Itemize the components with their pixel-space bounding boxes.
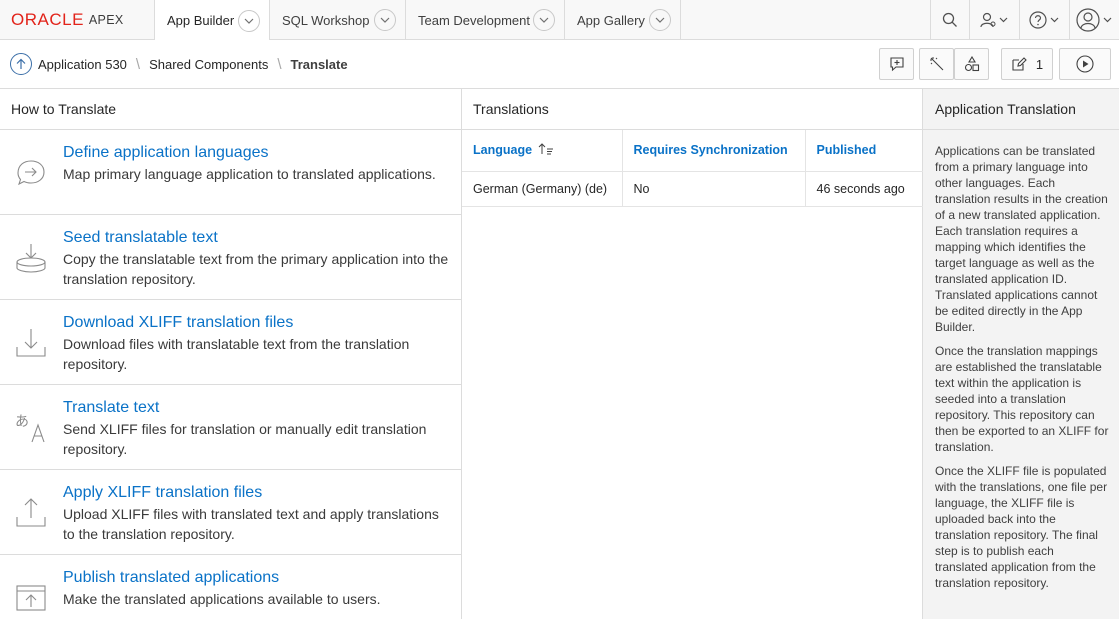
breadcrumb-separator: \: [277, 55, 282, 73]
step-link[interactable]: Apply XLIFF translation files: [63, 483, 453, 503]
shared-components-button[interactable]: [954, 48, 989, 80]
user-admin-icon: [979, 12, 1007, 28]
help-text: Applications can be translated from a pr…: [923, 143, 1119, 591]
application-translation-help: Application Translation Applications can…: [923, 89, 1119, 619]
wand-icon: [929, 57, 943, 71]
publish-icon: [16, 585, 46, 611]
cell-requires-sync: No: [622, 171, 806, 207]
table-row: German (Germany) (de) No 46 seconds ago: [462, 171, 923, 207]
cell-language: German (Germany) (de): [462, 171, 623, 207]
download-icon: [16, 329, 46, 357]
tab-label: App Builder: [167, 13, 235, 28]
speech-bubble-icon: [889, 57, 904, 72]
step-translate-text: あ Translate text Send XLIFF files for tr…: [0, 385, 461, 470]
breadcrumb-shared-components[interactable]: Shared Components: [149, 57, 268, 72]
step-description: Make the translated applications availab…: [63, 591, 381, 607]
step-description: Copy the translatable text from the prim…: [63, 251, 449, 287]
chevron-down-icon[interactable]: [374, 9, 396, 31]
top-nav-bar: ORACLE APEX App Builder SQL Workshop Tea…: [0, 0, 1119, 41]
how-to-translate-region: How to Translate Define application lang…: [0, 89, 462, 619]
step-description: Map primary language application to tran…: [63, 166, 436, 182]
cell-published: 46 seconds ago: [805, 171, 923, 207]
tab-app-gallery[interactable]: App Gallery: [564, 0, 681, 40]
search-icon: [942, 12, 957, 27]
help-paragraph: Once the translation mappings are establ…: [935, 344, 1109, 454]
step-link[interactable]: Translate text: [63, 398, 453, 418]
tab-label: App Gallery: [577, 12, 645, 28]
breadcrumb-bar: Application 530 \ Shared Components \ Tr…: [0, 40, 1119, 89]
chevron-down-icon[interactable]: [533, 9, 555, 31]
logo-apex-text: APEX: [88, 12, 124, 27]
step-link[interactable]: Seed translatable text: [63, 228, 453, 248]
region-title: Application Translation: [923, 89, 1119, 130]
edit-page-button[interactable]: 1: [1001, 48, 1053, 80]
svg-text:あ: あ: [15, 414, 29, 430]
step-description: Upload XLIFF files with translated text …: [63, 506, 439, 542]
administration-menu-button[interactable]: [969, 0, 1019, 40]
oracle-apex-logo[interactable]: ORACLE APEX: [0, 0, 154, 39]
feedback-button[interactable]: [879, 48, 914, 80]
user-menu-button[interactable]: [1069, 0, 1119, 40]
tab-label: SQL Workshop: [282, 12, 370, 28]
run-application-button[interactable]: [1059, 48, 1111, 80]
shapes-icon: [964, 56, 979, 72]
play-icon: [1076, 55, 1094, 73]
region-title: How to Translate: [0, 89, 461, 130]
column-header-published[interactable]: Published: [805, 130, 923, 172]
breadcrumb-application[interactable]: Application 530: [38, 57, 127, 72]
sort-ascending-icon: [538, 143, 553, 155]
help-paragraph: Applications can be translated from a pr…: [935, 144, 1108, 334]
help-icon: [1028, 11, 1058, 29]
region-title: Translations: [462, 89, 922, 130]
translate-icon: あ: [15, 414, 45, 443]
seed-tray-icon: [16, 244, 46, 273]
step-publish: Publish translated applications Make the…: [0, 555, 461, 640]
tab-app-builder[interactable]: App Builder: [154, 0, 269, 41]
speech-arrow-icon: [17, 160, 45, 186]
step-apply-xliff: Apply XLIFF translation files Upload XLI…: [0, 470, 461, 555]
edit-page-count: 1: [1035, 56, 1044, 72]
up-arrow-icon[interactable]: [10, 53, 32, 75]
step-download-xliff: Download XLIFF translation files Downloa…: [0, 300, 461, 385]
breadcrumb: Application 530 \ Shared Components \ Tr…: [0, 53, 348, 75]
tab-label: Team Development: [418, 12, 530, 28]
developer-toolbar-button[interactable]: [919, 48, 954, 80]
chevron-down-icon[interactable]: [238, 9, 260, 32]
edit-icon: [1012, 57, 1027, 71]
step-seed-text: Seed translatable text Copy the translat…: [0, 215, 461, 300]
upload-icon: [16, 498, 46, 527]
breadcrumb-translate: Translate: [290, 56, 348, 72]
column-header-requires-sync[interactable]: Requires Synchronization: [622, 130, 806, 172]
help-menu-button[interactable]: [1019, 0, 1069, 40]
step-link[interactable]: Define application languages: [63, 143, 453, 163]
chevron-down-icon[interactable]: [649, 9, 671, 31]
step-description: Send XLIFF files for translation or manu…: [63, 421, 427, 457]
search-button[interactable]: [930, 0, 969, 40]
breadcrumb-separator: \: [135, 55, 141, 73]
avatar-icon: [1075, 8, 1111, 32]
step-link[interactable]: Publish translated applications: [63, 568, 453, 588]
step-link[interactable]: Download XLIFF translation files: [63, 313, 453, 333]
tab-sql-workshop[interactable]: SQL Workshop: [269, 0, 405, 40]
tab-team-development[interactable]: Team Development: [405, 0, 564, 40]
column-header-language[interactable]: Language: [462, 130, 623, 172]
translations-table: Language Requires Synchronization Publis…: [462, 130, 923, 207]
help-paragraph: Once the XLIFF file is populated with th…: [935, 464, 1108, 590]
column-header-label: Language: [473, 143, 533, 158]
step-define-languages: Define application languages Map primary…: [0, 130, 461, 215]
step-description: Download files with translatable text fr…: [63, 336, 410, 372]
translations-region: Translations Language Requires Synchroni…: [462, 89, 923, 619]
logo-oracle-text: ORACLE: [11, 9, 84, 29]
